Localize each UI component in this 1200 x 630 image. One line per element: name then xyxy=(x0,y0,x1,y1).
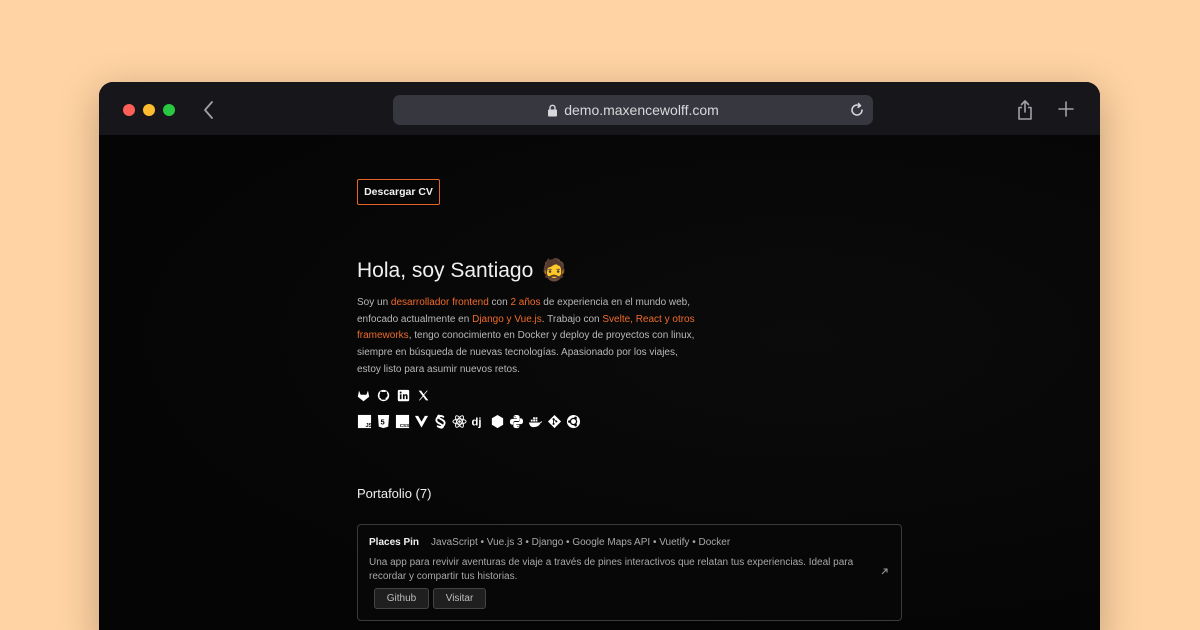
minimize-window-button[interactable] xyxy=(143,104,155,116)
bio-text: con xyxy=(488,297,511,308)
html5-icon: 5 xyxy=(376,414,391,429)
lock-icon xyxy=(548,104,558,116)
ubuntu-icon xyxy=(566,414,581,429)
docker-icon xyxy=(528,414,543,429)
project-header: Places Pin JavaScript • Vue.js 3 • Djang… xyxy=(369,537,730,548)
nodejs-icon xyxy=(490,414,505,429)
hero-title: Hola, soy Santiago 🧔 xyxy=(357,259,567,283)
react-icon xyxy=(452,414,467,429)
project-name: Places Pin xyxy=(369,537,420,548)
bio-highlight: 2 años xyxy=(510,297,541,308)
visit-button[interactable]: Visitar xyxy=(433,588,486,609)
address-bar[interactable]: demo.maxencewolff.com xyxy=(393,95,873,125)
social-links xyxy=(357,389,430,402)
vue-icon xyxy=(414,414,429,429)
project-card[interactable]: Places Pin JavaScript • Vue.js 3 • Djang… xyxy=(357,524,902,621)
github-button[interactable]: Github xyxy=(374,588,429,609)
svg-text:CSS: CSS xyxy=(400,423,410,428)
page-content: Descargar CV Hola, soy Santiago 🧔 Soy un… xyxy=(99,135,1100,630)
portfolio-heading: Portafolio (7) xyxy=(357,486,432,501)
browser-titlebar: demo.maxencewolff.com xyxy=(99,82,1100,135)
back-arrow-icon[interactable] xyxy=(199,99,219,121)
css3-icon: CSS xyxy=(395,414,410,429)
bio-text: . Trabajo con xyxy=(541,313,603,325)
close-window-button[interactable] xyxy=(123,104,135,116)
github-icon[interactable] xyxy=(377,389,390,402)
share-icon[interactable] xyxy=(1016,99,1034,121)
browser-window: demo.maxencewolff.com Descargar CV Hola,… xyxy=(99,82,1100,630)
maximize-window-button[interactable] xyxy=(163,104,175,116)
python-icon xyxy=(509,414,524,429)
reload-icon[interactable] xyxy=(849,102,865,118)
svg-text:dj: dj xyxy=(471,417,481,429)
download-cv-button[interactable]: Descargar CV xyxy=(357,179,440,205)
new-tab-icon[interactable] xyxy=(1057,100,1075,118)
svg-text:JS: JS xyxy=(365,423,372,429)
bio-highlight: Django y Vue.js xyxy=(472,313,542,325)
project-actions: Github Visitar xyxy=(374,588,486,609)
django-icon: dj xyxy=(471,414,486,429)
external-link-arrow-icon[interactable] xyxy=(880,567,889,576)
x-icon[interactable] xyxy=(417,389,430,402)
tech-stack-icons: JS 5 CSS dj xyxy=(357,414,581,429)
javascript-icon: JS xyxy=(357,414,372,429)
linkedin-icon[interactable] xyxy=(397,389,410,402)
bio-paragraph: Soy un desarrollador frontend con 2 años… xyxy=(357,295,697,379)
greeting-text: Hola, soy Santiago xyxy=(357,259,534,282)
git-icon xyxy=(547,414,562,429)
bio-text: Soy un xyxy=(357,297,391,308)
project-stack: JavaScript • Vue.js 3 • Django • Google … xyxy=(431,537,731,548)
gitlab-icon[interactable] xyxy=(357,389,370,402)
url-text: demo.maxencewolff.com xyxy=(564,102,719,118)
bearded-person-icon: 🧔 xyxy=(541,259,568,282)
svg-text:5: 5 xyxy=(381,417,385,426)
bio-highlight: desarrollador frontend xyxy=(390,297,489,308)
project-description: Una app para revivir aventuras de viaje … xyxy=(369,557,854,582)
svelte-icon xyxy=(433,414,448,429)
